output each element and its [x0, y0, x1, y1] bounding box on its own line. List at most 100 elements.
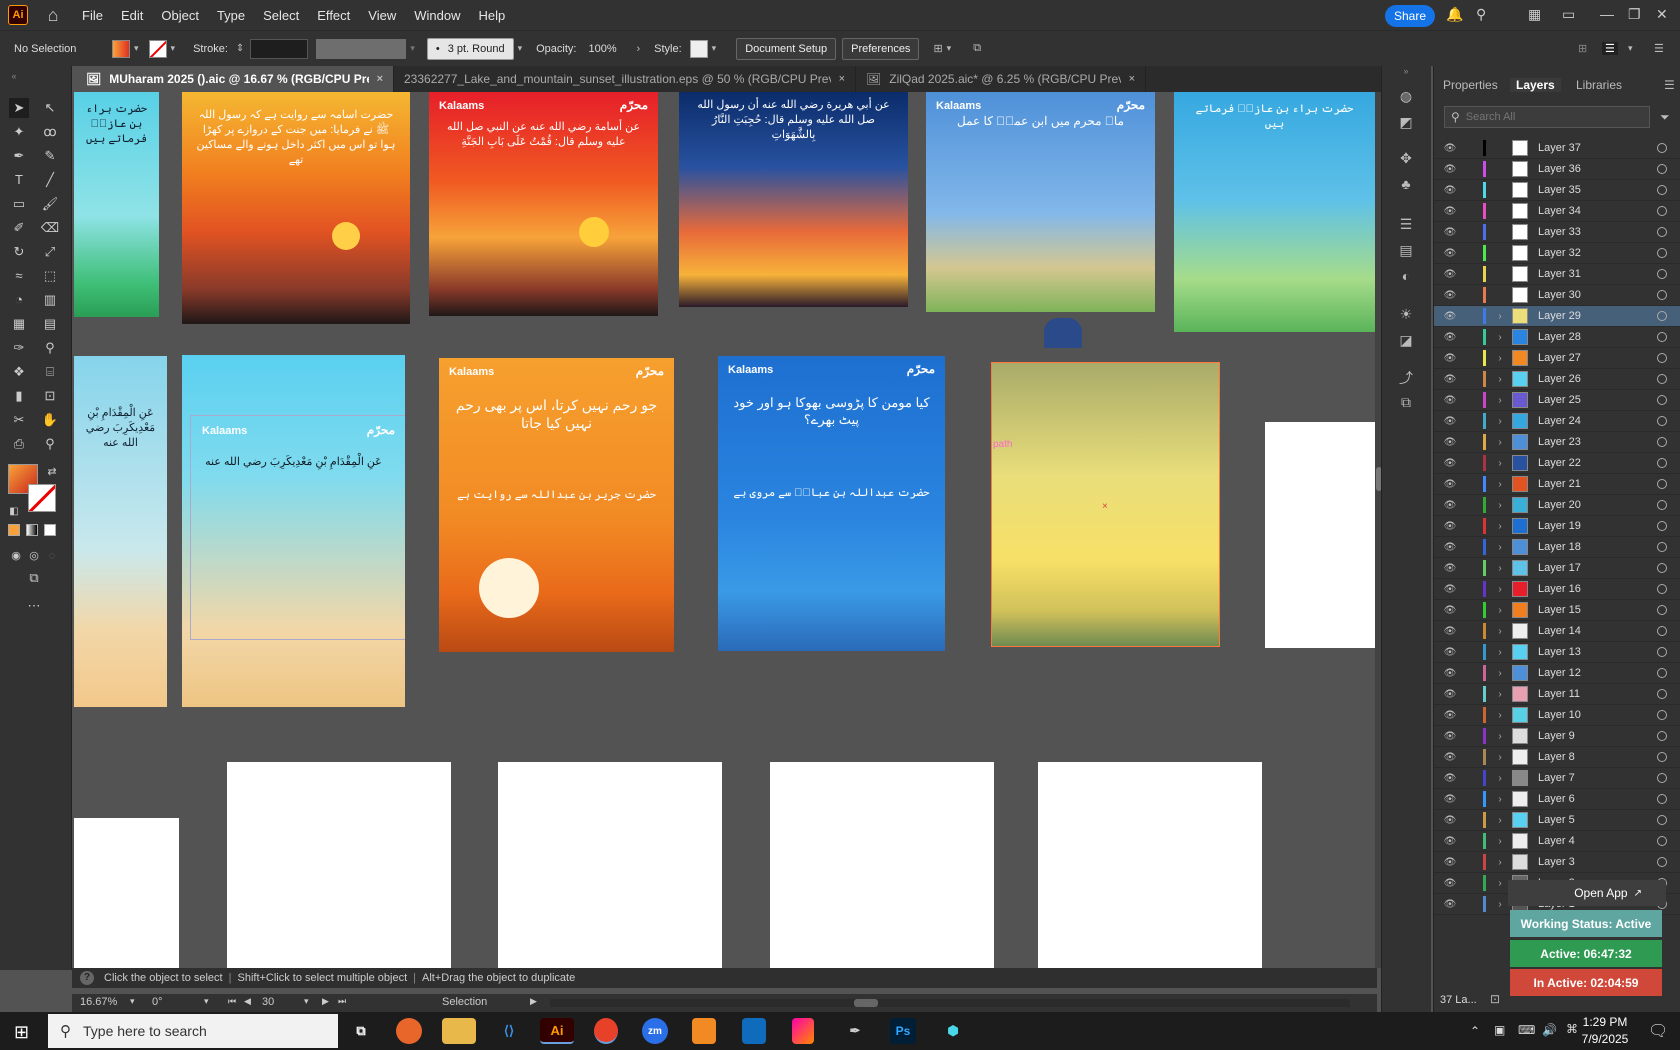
gradient-tool-icon[interactable]: ▤ — [40, 314, 60, 334]
layer-row[interactable]: 👁 › Layer 24 — [1434, 411, 1680, 432]
target-circle-icon[interactable] — [1657, 752, 1667, 762]
praying-figure[interactable] — [1044, 318, 1082, 348]
recolor-icon[interactable]: ⧉ — [973, 42, 981, 55]
preferences-button[interactable]: Preferences — [842, 37, 920, 60]
visibility-eye-icon[interactable]: 👁 — [1443, 668, 1457, 679]
visibility-eye-icon[interactable]: 👁 — [1443, 857, 1457, 868]
layer-row[interactable]: 👁 › Layer 21 — [1434, 474, 1680, 495]
visibility-eye-icon[interactable]: 👁 — [1443, 416, 1457, 427]
illustrator-icon[interactable]: Ai — [540, 1018, 574, 1044]
expand-chevron-icon[interactable]: › — [1492, 479, 1508, 490]
target-circle-icon[interactable] — [1657, 227, 1667, 237]
outlook-icon[interactable] — [742, 1018, 766, 1044]
stroke-color-box[interactable] — [28, 484, 56, 512]
artboard-c3-blank[interactable] — [498, 762, 722, 968]
layer-name[interactable]: Layer 5 — [1538, 814, 1657, 826]
menu-type[interactable]: Type — [217, 8, 245, 23]
visibility-eye-icon[interactable]: 👁 — [1443, 395, 1457, 406]
clock-date[interactable]: 7/9/2025 — [1575, 1032, 1635, 1046]
layer-row[interactable]: 👁 › Layer 26 — [1434, 369, 1680, 390]
shape-builder-icon[interactable]: ◔ — [9, 290, 29, 310]
opacity-field[interactable]: 100% — [582, 38, 633, 59]
scrollbar-thumb[interactable] — [854, 999, 878, 1007]
photoshop-icon[interactable]: Ps — [890, 1018, 916, 1044]
expand-chevron-icon[interactable]: › — [1492, 836, 1508, 847]
target-circle-icon[interactable] — [1657, 395, 1667, 405]
layer-name[interactable]: Layer 31 — [1538, 268, 1657, 280]
close-window-icon[interactable]: ✕ — [1656, 6, 1668, 23]
layer-name[interactable]: Layer 24 — [1538, 415, 1657, 427]
layer-row[interactable]: 👁 › Layer 5 — [1434, 810, 1680, 831]
perspective-grid-icon[interactable]: ▥ — [40, 290, 60, 310]
layer-name[interactable]: Layer 33 — [1538, 226, 1657, 238]
close-tab-icon[interactable]: × — [377, 73, 383, 85]
expand-chevron-icon[interactable]: › — [1492, 353, 1508, 364]
target-circle-icon[interactable] — [1657, 143, 1667, 153]
align-icon[interactable]: ⊞ — [933, 42, 942, 55]
target-circle-icon[interactable] — [1657, 185, 1667, 195]
layer-row[interactable]: 👁 › Layer 3 — [1434, 852, 1680, 873]
expand-chevron-icon[interactable]: › — [1492, 878, 1508, 889]
rectangle-tool-icon[interactable]: ▭ — [9, 194, 29, 214]
layer-row[interactable]: 👁 › Layer 11 — [1434, 684, 1680, 705]
menu-view[interactable]: View — [368, 8, 396, 23]
target-circle-icon[interactable] — [1657, 332, 1667, 342]
visibility-eye-icon[interactable]: 👁 — [1443, 752, 1457, 763]
artboard-b6-blank[interactable] — [1265, 422, 1375, 648]
target-circle-icon[interactable] — [1657, 668, 1667, 678]
vscode-icon[interactable]: ⟨⟩ — [492, 1018, 526, 1044]
visibility-eye-icon[interactable]: 👁 — [1443, 794, 1457, 805]
layer-row[interactable]: 👁 › Layer 22 — [1434, 453, 1680, 474]
tab-properties[interactable]: Properties — [1443, 78, 1498, 92]
artboard-c4-blank[interactable] — [770, 762, 994, 968]
workspace-icon[interactable]: ▦ — [1528, 6, 1541, 23]
windows-start-icon[interactable]: ⊞ — [14, 1022, 29, 1043]
horizontal-scrollbar[interactable] — [550, 999, 1350, 1007]
share-button[interactable]: Share — [1385, 5, 1435, 27]
puppet-warp-icon[interactable]: ✥ — [1396, 150, 1416, 170]
eraser-icon[interactable]: ⌫ — [40, 218, 60, 238]
expand-chevron-icon[interactable]: › — [1492, 731, 1508, 742]
zoom-tool-icon[interactable]: ⚲ — [40, 434, 60, 454]
arrange-icon[interactable]: ▭ — [1562, 6, 1575, 23]
layer-row[interactable]: 👁 › Layer 28 — [1434, 327, 1680, 348]
free-transform-icon[interactable]: ⬚ — [40, 266, 60, 286]
visibility-eye-icon[interactable]: 👁 — [1443, 311, 1457, 322]
layer-row[interactable]: 👁 › Layer 6 — [1434, 789, 1680, 810]
line-tool-icon[interactable]: ╱ — [40, 170, 60, 190]
visibility-eye-icon[interactable]: 👁 — [1443, 689, 1457, 700]
rotate-dropdown-icon[interactable]: ▾ — [204, 996, 209, 1007]
layer-name[interactable]: Layer 28 — [1538, 331, 1657, 343]
layer-name[interactable]: Layer 13 — [1538, 646, 1657, 658]
expand-chevron-icon[interactable]: › — [1492, 794, 1508, 805]
expand-chevron-icon[interactable]: › — [1492, 563, 1508, 574]
layer-name[interactable]: Layer 25 — [1538, 394, 1657, 406]
layer-name[interactable]: Layer 14 — [1538, 625, 1657, 637]
artboard-a4[interactable]: عن أبي هريرة رضي الله عنه أن رسول الله ص… — [679, 92, 908, 307]
target-circle-icon[interactable] — [1657, 773, 1667, 783]
chrome-icon[interactable] — [594, 1018, 618, 1044]
clock-time[interactable]: 1:29 PM — [1575, 1015, 1635, 1029]
layer-row[interactable]: 👁 Layer 36 — [1434, 159, 1680, 180]
visibility-eye-icon[interactable]: 👁 — [1443, 185, 1457, 196]
artboard-dropdown-icon[interactable]: ▾ — [304, 996, 309, 1007]
color-guide-icon[interactable]: ◍ — [1396, 88, 1416, 108]
visibility-eye-icon[interactable]: 👁 — [1443, 563, 1457, 574]
expand-chevron-icon[interactable]: › — [1492, 815, 1508, 826]
layer-row[interactable]: 👁 Layer 32 — [1434, 243, 1680, 264]
target-circle-icon[interactable] — [1657, 437, 1667, 447]
tab-muharam[interactable]: 🖼 MUharam 2025 ().aic @ 16.67 % (RGB/CPU… — [76, 66, 394, 92]
layer-name[interactable]: Layer 17 — [1538, 562, 1657, 574]
layer-name[interactable]: Layer 34 — [1538, 205, 1657, 217]
target-circle-icon[interactable] — [1657, 605, 1667, 615]
artboard-a3[interactable]: Kalaams محرّم عن أسامة رضي الله عنه عن ا… — [429, 92, 658, 316]
visibility-eye-icon[interactable]: 👁 — [1443, 479, 1457, 490]
export-icon[interactable]: ⤴ — [1396, 368, 1416, 388]
none-mode-icon[interactable] — [44, 524, 56, 536]
layer-row[interactable]: 👁 Layer 35 — [1434, 180, 1680, 201]
layer-row[interactable]: 👁 › Layer 20 — [1434, 495, 1680, 516]
menu-object[interactable]: Object — [161, 8, 199, 23]
symbol-sprayer-icon[interactable]: ❖ — [9, 362, 29, 382]
layer-row[interactable]: 👁 › Layer 17 — [1434, 558, 1680, 579]
expand-chevron-icon[interactable]: › — [1492, 689, 1508, 700]
